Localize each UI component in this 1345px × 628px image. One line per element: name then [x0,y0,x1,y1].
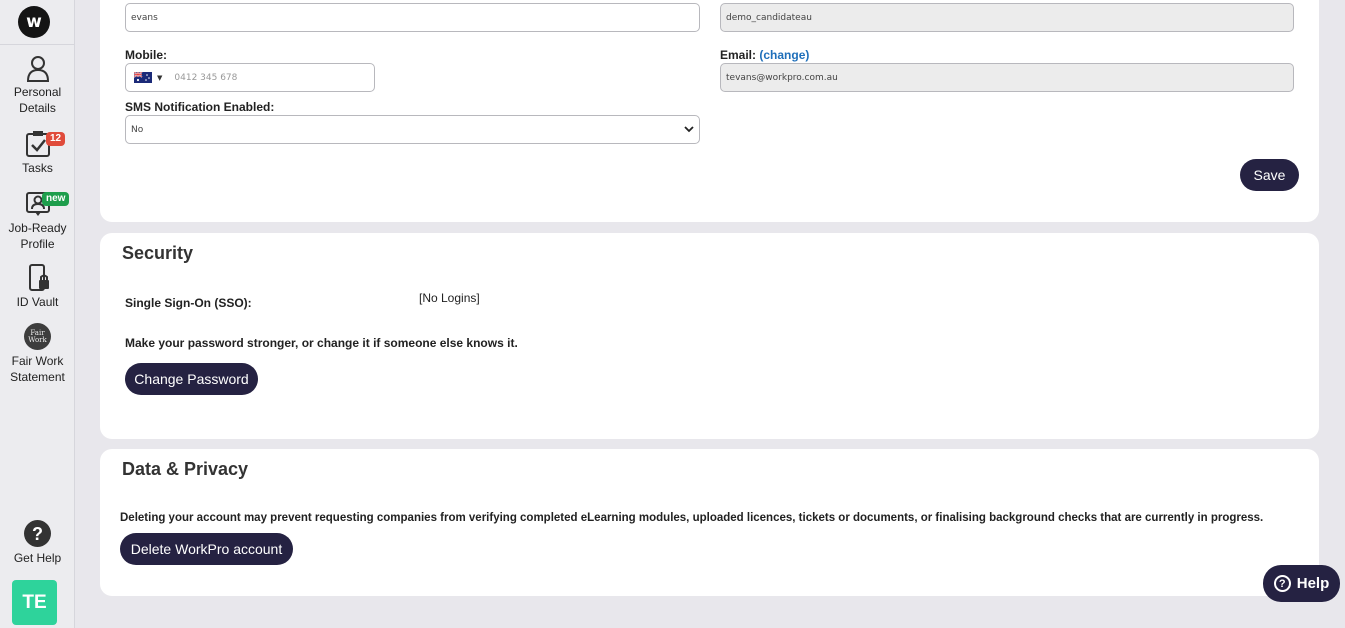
logo-glyph: w [26,12,42,32]
save-button[interactable]: Save [1240,159,1299,191]
phone-lock-icon [28,264,49,291]
email-input: tevans@workpro.com.au [720,63,1294,92]
password-hint-text: Make your password stronger, or change i… [125,336,518,350]
sidebar-item-label: Profile [20,237,55,251]
workpro-logo[interactable]: w [18,6,50,38]
sidebar-item-label: Get Help [13,551,62,565]
sidebar-item-label: Tasks [22,161,53,175]
sso-value: [No Logins] [419,291,480,305]
email-value: tevans@workpro.com.au [726,72,838,83]
person-icon [26,56,49,82]
mobile-input[interactable]: ▼ 0412 345 678 [125,63,375,92]
mobile-label: Mobile: [125,48,167,62]
sidebar-item-label: Personal [13,85,62,99]
fair-work-logo-icon: Fair Work [24,323,51,350]
sidebar-item-label: ID Vault [16,295,59,309]
sidebar-item-get-help[interactable]: ? Get Help [0,520,75,566]
sms-notification-select[interactable]: No [125,115,700,144]
sidebar-item-personal-details[interactable]: Personal Details [0,54,75,116]
help-widget-button[interactable]: ? Help [1263,565,1340,602]
help-widget-label: Help [1296,575,1330,592]
sidebar-item-fair-work-statement[interactable]: Fair Work Fair Work Statement [0,323,75,385]
surname-value: evans [131,12,158,23]
mobile-placeholder: 0412 345 678 [174,72,238,83]
delete-account-warning: Deleting your account may prevent reques… [120,512,1264,524]
sidebar-divider [0,44,75,45]
sidebar-item-label: Job-Ready [8,221,67,235]
email-label: Email: (change) [720,48,809,62]
security-title: Security [122,243,194,263]
sidebar-item-label: Fair Work [11,354,64,368]
help-question-icon: ? [1273,575,1291,592]
security-card: Security Single Sign-On (SSO): [No Login… [100,233,1319,439]
chevron-down-icon [684,126,694,133]
personal-details-card: evans demo_candidateau Mobile: ▼ 0412 34… [100,0,1319,222]
sms-notification-value: No [131,124,144,135]
data-privacy-title: Data & Privacy [122,459,249,479]
username-input: demo_candidateau [720,3,1294,32]
sidebar-item-label: Details [19,101,56,115]
help-icon: ? [24,520,51,547]
sidebar-item-id-vault[interactable]: ID Vault [0,264,75,310]
tasks-count-badge: 12 [46,132,66,146]
data-privacy-card: Data & Privacy Deleting your account may… [100,449,1319,596]
username-value: demo_candidateau [726,12,812,23]
avatar[interactable]: TE [12,580,57,625]
australia-flag-icon[interactable] [134,72,152,83]
delete-account-button[interactable]: Delete WorkPro account [120,533,293,565]
new-badge: new [42,192,70,206]
sidebar: w Personal Details Tasks 12 Job-Ready Pr… [0,0,75,628]
fair-work-logo-text: Work [28,335,47,344]
email-label-text: Email: [720,48,757,62]
email-change-link[interactable]: (change) [759,48,809,62]
sidebar-item-label: Statement [10,370,65,384]
surname-input[interactable]: evans [125,3,700,32]
sso-label: Single Sign-On (SSO): [125,296,252,310]
change-password-button[interactable]: Change Password [125,363,258,395]
sms-notification-label: SMS Notification Enabled: [125,100,275,114]
chevron-down-icon[interactable]: ▼ [157,74,162,82]
